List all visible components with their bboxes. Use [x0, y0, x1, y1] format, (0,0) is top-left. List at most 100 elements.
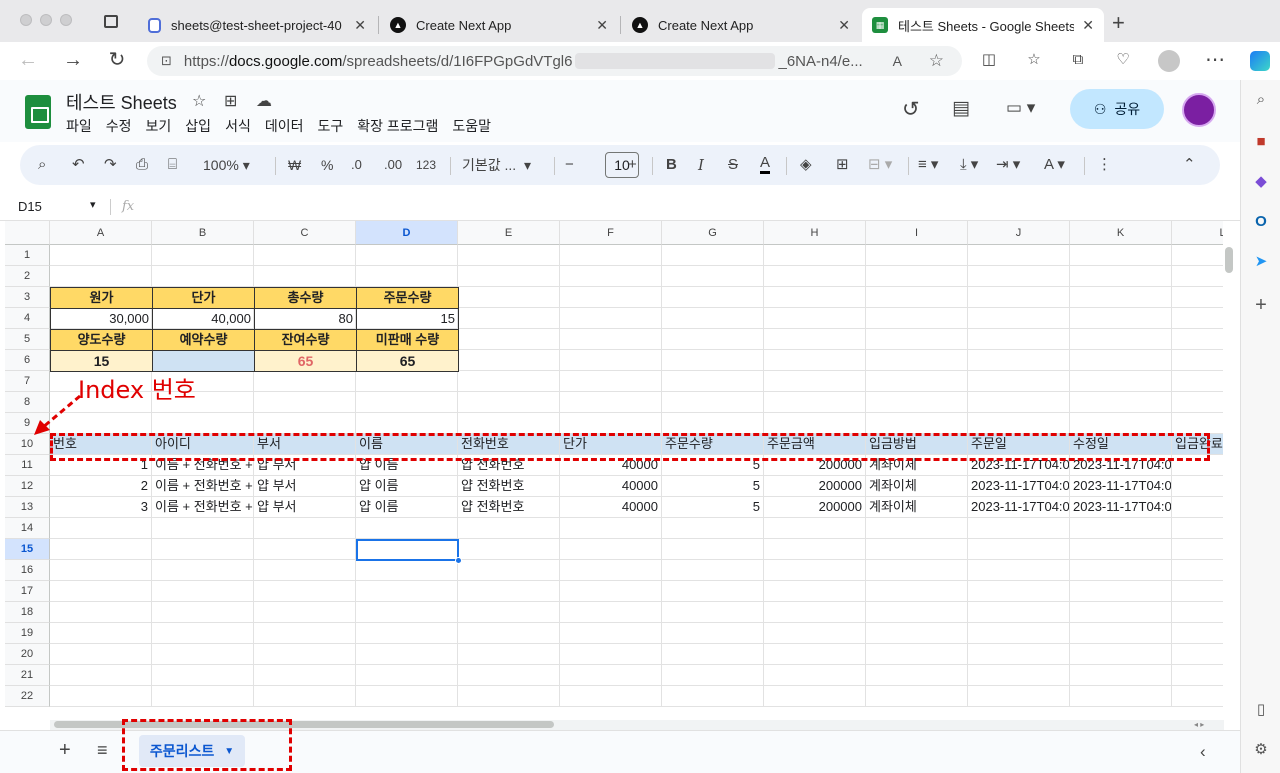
cell[interactable] [1172, 665, 1223, 686]
cell[interactable] [356, 623, 458, 644]
cell[interactable] [866, 371, 968, 392]
new-tab-button[interactable]: + [1112, 10, 1125, 36]
cell[interactable] [1070, 644, 1172, 665]
print-icon[interactable]: ⎙ [136, 155, 148, 175]
split-screen-icon[interactable]: ◫ [978, 50, 1000, 70]
cell[interactable] [764, 413, 866, 434]
borders-icon[interactable]: ⊞ [836, 155, 849, 175]
cell[interactable] [764, 560, 866, 581]
vertical-scrollbar-thumb[interactable] [1225, 247, 1233, 273]
cell[interactable] [356, 245, 458, 266]
summary-header-cell[interactable]: 양도수량 [50, 329, 153, 351]
meet-video-icon[interactable]: ▭ ▾ [1006, 98, 1035, 118]
cell[interactable] [1172, 644, 1223, 665]
formula-input[interactable] [145, 196, 1225, 218]
column-header-k[interactable]: K [1070, 221, 1172, 245]
cell[interactable] [968, 581, 1070, 602]
cell[interactable] [764, 602, 866, 623]
cell[interactable] [1070, 581, 1172, 602]
cell[interactable] [50, 539, 152, 560]
browser-tab-google-sheets[interactable]: ▦ 테스트 Sheets - Google Sheets ✕ [862, 8, 1104, 42]
browser-tab-next-app-2[interactable]: ▲ Create Next App ✕ [622, 8, 860, 42]
cell[interactable] [764, 392, 866, 413]
cell[interactable] [560, 350, 662, 371]
close-icon[interactable]: ✕ [838, 17, 850, 34]
menu-file[interactable]: 파일 [66, 116, 92, 136]
cell[interactable] [254, 245, 356, 266]
summary-header-cell[interactable]: 미판매 수량 [356, 329, 459, 351]
row-header-20[interactable]: 20 [5, 644, 50, 665]
column-header-g[interactable]: G [662, 221, 764, 245]
cell[interactable] [1172, 287, 1223, 308]
send-icon[interactable]: ➤ [1251, 252, 1271, 272]
health-icon[interactable]: ♡ [1112, 50, 1134, 70]
cell[interactable] [560, 539, 662, 560]
cell[interactable] [560, 644, 662, 665]
cell[interactable] [254, 560, 356, 581]
summary-header-cell[interactable]: 잔여수량 [254, 329, 357, 351]
strikethrough-icon[interactable]: S [728, 155, 738, 175]
cell[interactable] [968, 392, 1070, 413]
cell[interactable] [662, 581, 764, 602]
cell[interactable] [254, 665, 356, 686]
cell[interactable] [866, 665, 968, 686]
cell[interactable] [50, 686, 152, 707]
table-data-cell[interactable]: 2023-11-17T04:0 [1070, 476, 1172, 497]
vertical-align-icon[interactable]: ⤓ ▾ [960, 155, 978, 175]
cell[interactable] [764, 350, 866, 371]
cell[interactable] [866, 560, 968, 581]
cell[interactable] [1172, 329, 1223, 350]
table-data-cell[interactable]: 얍 이름 [356, 497, 458, 518]
move-folder-icon[interactable]: ⊞ [224, 91, 237, 111]
cell[interactable] [458, 392, 560, 413]
summary-header-cell[interactable]: 총수량 [254, 287, 357, 309]
profile-avatar-icon[interactable] [1158, 50, 1180, 72]
cell[interactable] [764, 686, 866, 707]
table-data-cell[interactable]: FAL [1172, 497, 1223, 518]
explore-collapse-icon[interactable]: ‹ [1200, 742, 1206, 762]
cell[interactable] [254, 623, 356, 644]
cell[interactable] [458, 539, 560, 560]
cell[interactable] [458, 371, 560, 392]
reload-icon[interactable]: ↻ [106, 50, 128, 70]
cell[interactable] [866, 518, 968, 539]
cell[interactable] [152, 560, 254, 581]
cell[interactable] [560, 686, 662, 707]
row-header-5[interactable]: 5 [5, 329, 50, 350]
italic-icon[interactable]: I [698, 155, 704, 175]
cell[interactable] [560, 308, 662, 329]
cell[interactable] [356, 644, 458, 665]
cell[interactable] [1172, 392, 1223, 413]
table-data-cell[interactable]: 5 [662, 476, 764, 497]
cell[interactable] [152, 581, 254, 602]
cell[interactable] [560, 560, 662, 581]
table-data-cell[interactable]: 200000 [764, 497, 866, 518]
cell[interactable] [968, 245, 1070, 266]
spreadsheet-grid[interactable]: A B C D E F G H I J K L 1 2 3 4 5 6 7 8 9 10 11 12 13 14 15 16 17 18 1… [5, 221, 1223, 720]
more-options-icon[interactable]: ⋮ [1097, 155, 1112, 175]
cell[interactable] [254, 392, 356, 413]
column-header-e[interactable]: E [458, 221, 560, 245]
cell[interactable] [458, 413, 560, 434]
add-sheet-button[interactable]: + [59, 739, 71, 762]
cell[interactable] [560, 581, 662, 602]
table-data-cell[interactable]: 2023-11-17T04:0 [1070, 497, 1172, 518]
cell[interactable] [1172, 560, 1223, 581]
cell[interactable] [1070, 602, 1172, 623]
paint-format-icon[interactable]: ⌸ [168, 155, 177, 175]
increase-decimal-button[interactable]: .00 [384, 155, 402, 175]
cell[interactable] [458, 560, 560, 581]
horizontal-align-icon[interactable]: ≡ ▾ [918, 155, 938, 175]
cell[interactable] [764, 665, 866, 686]
summary-header-cell[interactable]: 주문수량 [356, 287, 459, 309]
cell[interactable] [1172, 308, 1223, 329]
cell[interactable] [50, 266, 152, 287]
cell[interactable] [560, 266, 662, 287]
cell[interactable] [458, 287, 560, 308]
cell[interactable] [764, 266, 866, 287]
currency-format-button[interactable]: ₩ [288, 155, 301, 175]
name-box-dropdown-icon[interactable]: ▾ [90, 198, 96, 211]
summary-value-cell[interactable]: 65 [356, 350, 459, 372]
cell[interactable] [1070, 371, 1172, 392]
bold-icon[interactable]: B [666, 155, 677, 175]
